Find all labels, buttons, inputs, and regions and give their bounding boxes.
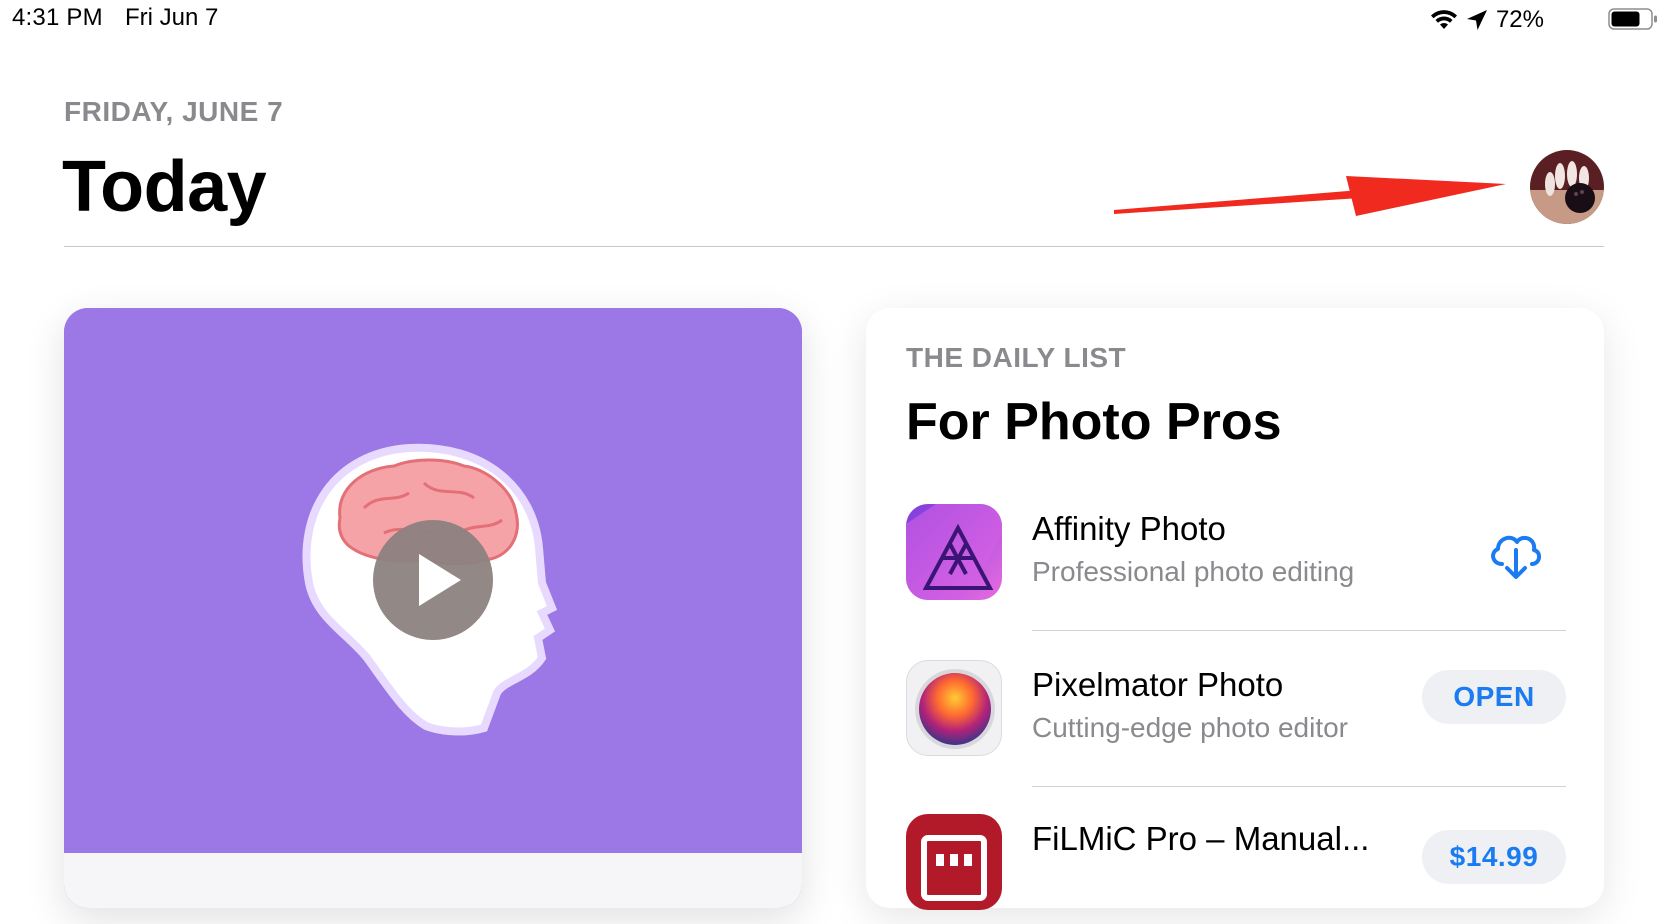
date-label: FRIDAY, JUNE 7: [64, 96, 284, 127]
app-subtitle: Cutting-edge photo editor: [1032, 712, 1348, 743]
open-button[interactable]: OPEN: [1422, 670, 1566, 724]
download-cloud-icon[interactable]: [1486, 524, 1546, 584]
page-title: Today: [62, 147, 267, 227]
pixelmator-photo-icon: [906, 660, 1002, 756]
app-name: Affinity Photo: [1032, 510, 1226, 547]
daily-list-card[interactable]: THE DAILY LIST For Photo Pros Affinity P…: [866, 308, 1604, 910]
battery-percentage: 72%: [1495, 6, 1544, 33]
status-bar: 4:31 PM Fri Jun 7 72%: [0, 0, 1668, 40]
battery-icon: [1608, 8, 1657, 30]
list-item-affinity-photo[interactable]: Affinity Photo Professional photo editin…: [906, 504, 1566, 631]
list-item-pixelmator-photo[interactable]: Pixelmator Photo Cutting-edge photo edit…: [906, 660, 1566, 787]
row-divider: [1032, 630, 1566, 631]
header-divider: [64, 246, 1604, 247]
status-time: 4:31 PM: [12, 4, 103, 31]
account-avatar-button[interactable]: [1530, 150, 1604, 224]
affinity-photo-icon: [906, 504, 1002, 600]
row-divider: [1032, 786, 1566, 787]
annotation-arrow: [1114, 176, 1506, 216]
price-button[interactable]: $14.99: [1422, 830, 1566, 884]
list-item-filmic-pro[interactable]: FiLMiC Pro – Manual... $14.99: [906, 814, 1566, 924]
avatar-photo: [1530, 150, 1604, 224]
status-date: Fri Jun 7: [125, 4, 219, 31]
location-arrow-icon: [1466, 10, 1487, 30]
featured-card-footer: [64, 853, 802, 908]
wifi-icon: [1430, 10, 1457, 29]
app-name: Pixelmator Photo: [1032, 666, 1284, 703]
app-subtitle: Professional photo editing: [1032, 556, 1355, 587]
filmic-pro-icon: [906, 814, 1002, 910]
daily-list-eyebrow: THE DAILY LIST: [906, 342, 1127, 373]
status-indicators: 72%: [1430, 4, 1608, 36]
featured-story-card[interactable]: [64, 308, 802, 908]
daily-list-title: For Photo Pros: [906, 393, 1282, 451]
app-name: FiLMiC Pro – Manual...: [1032, 820, 1370, 857]
play-video-button[interactable]: [373, 520, 493, 640]
